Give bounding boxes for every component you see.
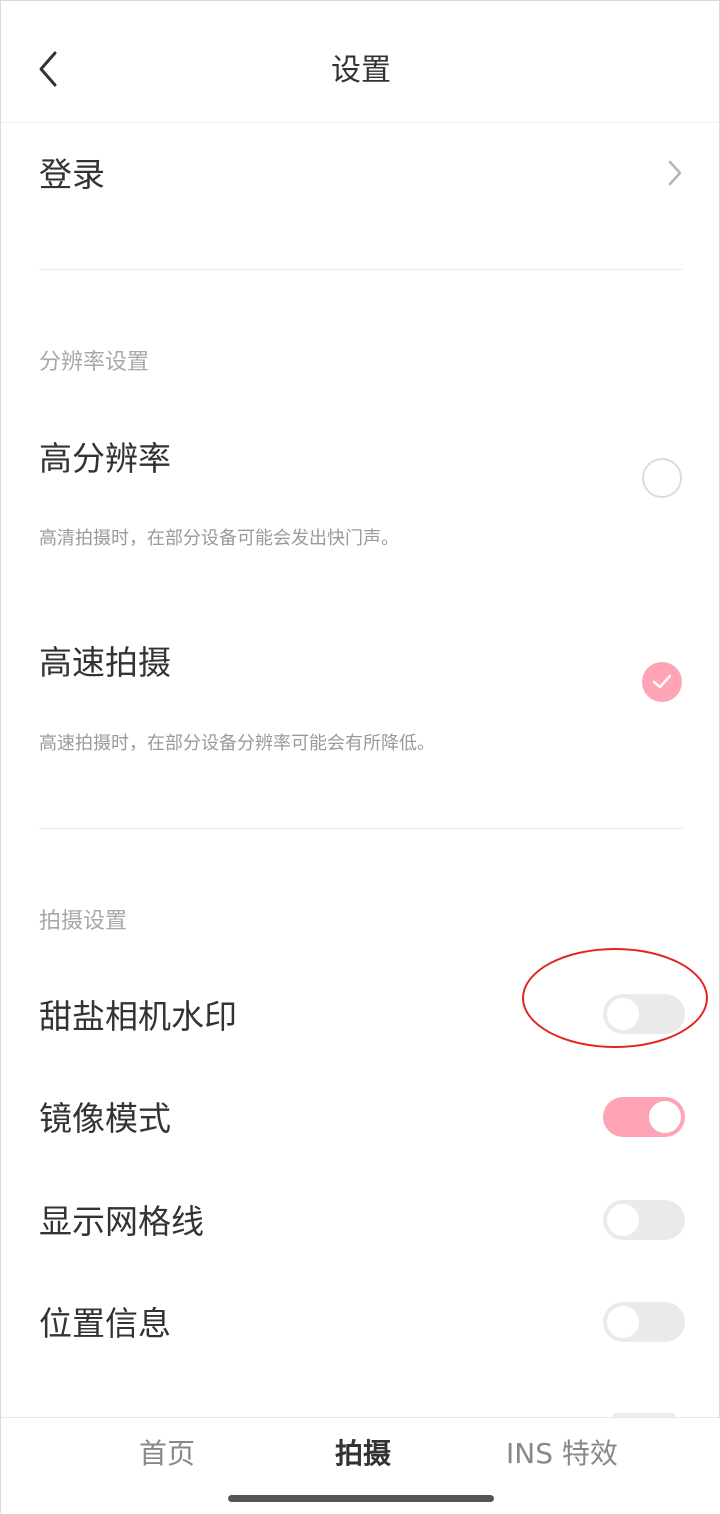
toggle-mirror[interactable] bbox=[603, 1097, 685, 1137]
radio-high-speed[interactable] bbox=[642, 662, 682, 702]
option-high-resolution-label: 高分辨率 bbox=[39, 439, 171, 478]
login-row[interactable]: 登录 bbox=[39, 141, 683, 211]
toggle-grid[interactable] bbox=[603, 1200, 685, 1240]
tab-capture[interactable]: 拍摄 bbox=[335, 1436, 391, 1472]
toggle-label-mirror: 镜像模式 bbox=[39, 1099, 171, 1138]
option-high-speed-label: 高速拍摄 bbox=[39, 643, 171, 682]
check-icon bbox=[652, 674, 672, 689]
section-title-resolution: 分辨率设置 bbox=[39, 350, 150, 375]
toggle-watermark[interactable] bbox=[603, 994, 685, 1034]
chevron-right-icon bbox=[668, 160, 682, 186]
home-indicator bbox=[228, 1495, 494, 1502]
radio-high-resolution[interactable] bbox=[642, 458, 682, 498]
page-title: 设置 bbox=[331, 53, 391, 88]
toggle-label-watermark: 甜盐相机水印 bbox=[39, 997, 237, 1036]
toggle-knob bbox=[649, 1101, 681, 1133]
divider bbox=[39, 828, 683, 829]
option-high-resolution-description: 高清拍摄时，在部分设备可能会发出快门声。 bbox=[39, 528, 399, 549]
toggle-location[interactable] bbox=[603, 1302, 685, 1342]
login-label: 登录 bbox=[39, 155, 105, 194]
toggle-knob bbox=[607, 998, 639, 1030]
header-bar: 设置 bbox=[1, 1, 720, 123]
divider bbox=[39, 269, 683, 270]
section-title-capture: 拍摄设置 bbox=[39, 909, 128, 934]
toggle-knob bbox=[607, 1204, 639, 1236]
toggle-knob bbox=[607, 1306, 639, 1338]
toggle-label-location: 位置信息 bbox=[39, 1304, 171, 1343]
toggle-label-grid: 显示网格线 bbox=[39, 1202, 204, 1241]
tab-home[interactable]: 首页 bbox=[139, 1436, 195, 1472]
option-high-speed-description: 高速拍摄时，在部分设备分辨率可能会有所降低。 bbox=[39, 733, 435, 754]
tab-ins-effects[interactable]: INS 特效 bbox=[506, 1436, 618, 1472]
